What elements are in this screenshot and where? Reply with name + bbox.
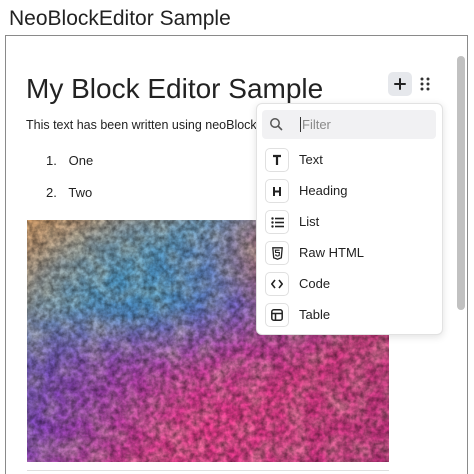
app-title: NeoBlockEditor Sample bbox=[9, 7, 231, 30]
vertical-scrollbar[interactable] bbox=[457, 56, 465, 310]
menu-item-heading[interactable]: Heading bbox=[257, 177, 442, 208]
menu-item-label: Text bbox=[299, 152, 323, 167]
add-block-button[interactable] bbox=[388, 72, 412, 96]
table-icon bbox=[265, 303, 289, 327]
menu-item-label: Heading bbox=[299, 183, 348, 198]
editor-frame: My Block Editor Sample This text has bee… bbox=[5, 35, 468, 474]
list-item-number: 1. bbox=[46, 153, 57, 168]
document-heading[interactable]: My Block Editor Sample bbox=[26, 72, 323, 106]
menu-item-list[interactable]: List bbox=[257, 208, 442, 239]
list-icon bbox=[265, 210, 289, 234]
html-icon bbox=[265, 241, 289, 265]
menu-item-table[interactable]: Table bbox=[257, 301, 442, 332]
menu-item-label: Table bbox=[299, 307, 331, 322]
plus-icon bbox=[394, 78, 406, 90]
filter-box bbox=[262, 110, 436, 139]
text-icon bbox=[265, 148, 289, 172]
divider bbox=[27, 470, 389, 471]
menu-item-label: Raw HTML bbox=[299, 245, 365, 260]
list-item-text: One bbox=[68, 153, 94, 168]
numbered-list: 1. One 2. Two bbox=[46, 152, 93, 216]
menu-item-text[interactable]: Text bbox=[257, 146, 442, 177]
document-paragraph[interactable]: This text has been written using neoBloc… bbox=[26, 118, 257, 132]
list-item[interactable]: 2. Two bbox=[46, 184, 93, 216]
menu-item-label: List bbox=[299, 214, 320, 229]
filter-input[interactable] bbox=[302, 114, 422, 135]
list-item-text: Two bbox=[68, 185, 93, 200]
text-cursor bbox=[300, 117, 301, 132]
code-icon bbox=[265, 272, 289, 296]
block-type-menu: Text Heading List bbox=[256, 103, 443, 335]
menu-item-code[interactable]: Code bbox=[257, 270, 442, 301]
list-item-number: 2. bbox=[46, 185, 57, 200]
drag-handle-icon[interactable] bbox=[419, 76, 431, 92]
menu-item-label: Code bbox=[299, 276, 331, 291]
search-icon bbox=[270, 118, 283, 131]
heading-icon bbox=[265, 179, 289, 203]
menu-item-raw-html[interactable]: Raw HTML bbox=[257, 239, 442, 270]
list-item[interactable]: 1. One bbox=[46, 152, 93, 184]
